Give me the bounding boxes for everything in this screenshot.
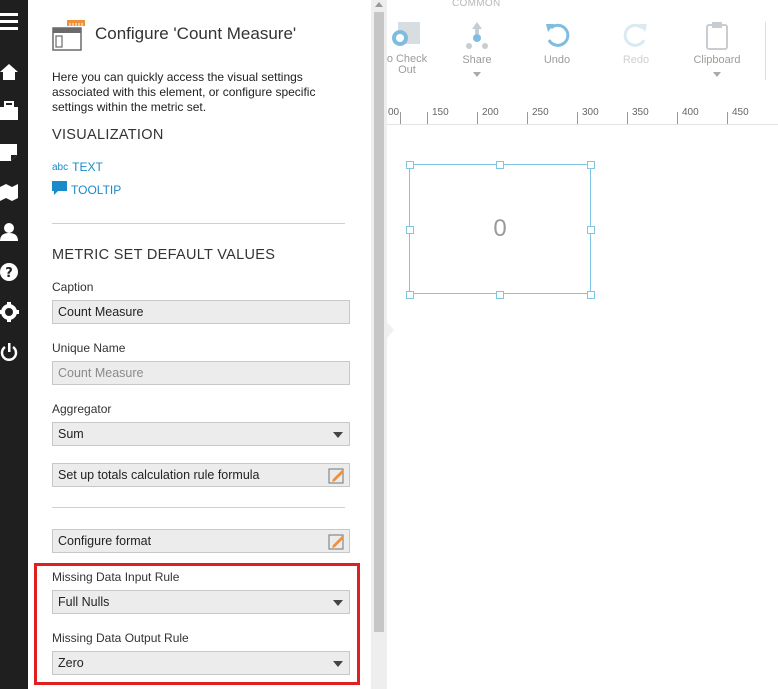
unique-name-value: Count Measure	[58, 366, 144, 380]
window-config-icon	[51, 20, 85, 52]
clipboard-label: Clipboard	[693, 54, 741, 66]
scrollbar-thumb[interactable]	[374, 12, 384, 632]
panel-scrollbar[interactable]	[371, 0, 387, 689]
redo-button[interactable]: Redo	[613, 20, 659, 66]
resize-handle[interactable]	[496, 161, 504, 169]
aggregator-value: Sum	[58, 427, 84, 441]
caption-input[interactable]: Count Measure	[52, 300, 350, 324]
tooltip-link-label: TOOLTIP	[71, 182, 122, 197]
ruler-tick	[677, 112, 678, 124]
chevron-down-icon	[713, 72, 721, 77]
defaults-heading: METRIC SET DEFAULT VALUES	[52, 247, 276, 263]
aggregator-label: Aggregator	[52, 402, 112, 416]
section-divider	[52, 507, 345, 508]
section-divider	[52, 223, 345, 224]
ruler-tick	[400, 112, 401, 124]
ruler-label: 350	[632, 107, 649, 118]
resize-handle[interactable]	[406, 161, 414, 169]
undo-button[interactable]: Undo	[534, 20, 580, 66]
briefcase-icon[interactable]	[0, 96, 28, 126]
unique-name-label: Unique Name	[52, 341, 126, 355]
clipboard-button[interactable]: Clipboard	[687, 20, 747, 77]
ruler-tick	[627, 112, 628, 124]
share-button[interactable]: Share	[454, 20, 500, 77]
chevron-down-icon	[333, 432, 343, 438]
count-measure-widget[interactable]: 0	[409, 164, 591, 294]
resize-handle[interactable]	[587, 291, 595, 299]
check-out-label-2: Out	[398, 64, 416, 76]
ruler-label: 400	[682, 107, 699, 118]
check-out-icon	[392, 22, 420, 46]
text-link-label: TEXT	[72, 160, 103, 174]
panel-collapse-handle[interactable]	[387, 322, 394, 338]
widget-value: 0	[493, 215, 507, 242]
undo-icon	[546, 23, 570, 47]
svg-text:?: ?	[5, 266, 13, 281]
totals-rule-label: Set up totals calculation rule formula	[58, 468, 260, 482]
tooltip-link[interactable]: TOOLTIP	[52, 181, 121, 198]
help-icon[interactable]: ?	[0, 257, 28, 287]
check-out-button[interactable]: o Check Out	[384, 20, 430, 76]
undo-label: Undo	[543, 54, 571, 66]
user-icon[interactable]	[0, 217, 28, 247]
map-icon[interactable]	[0, 177, 28, 207]
panel-title: Configure 'Count Measure'	[95, 24, 297, 43]
aggregator-select[interactable]: Sum	[52, 422, 350, 446]
ruler-tick	[427, 112, 428, 124]
chevron-down-icon	[473, 72, 481, 77]
ruler-label: 200	[482, 107, 499, 118]
ruler-tick	[577, 112, 578, 124]
text-link[interactable]: abc TEXT	[52, 160, 103, 174]
redo-label: Redo	[622, 54, 650, 66]
ruler-label: 300	[582, 107, 599, 118]
visualization-heading: VISUALIZATION	[52, 127, 164, 143]
resize-handle[interactable]	[496, 291, 504, 299]
resize-handle[interactable]	[587, 161, 595, 169]
share-icon	[466, 22, 488, 49]
highlight-box	[34, 563, 360, 685]
caption-value: Count Measure	[58, 305, 144, 319]
horizontal-ruler: 00 150 200 250 300 350 400 450	[387, 100, 778, 125]
panel-description: Here you can quickly access the visual s…	[52, 70, 316, 114]
share-label: Share	[462, 54, 492, 66]
configure-format-button[interactable]: Configure format	[52, 529, 350, 553]
configure-format-label: Configure format	[58, 534, 152, 548]
redo-icon	[623, 23, 647, 47]
scroll-up-arrow-icon[interactable]	[375, 2, 383, 7]
note-icon[interactable]	[0, 137, 28, 167]
caption-label: Caption	[52, 280, 94, 294]
ruler-label: 00	[388, 107, 400, 118]
home-icon[interactable]	[0, 57, 28, 87]
toolbar-group-label: COMMON	[452, 0, 501, 9]
ruler-tick	[477, 112, 478, 124]
resize-handle[interactable]	[406, 291, 414, 299]
app-nav-rail: ?	[0, 0, 28, 689]
resize-handle[interactable]	[587, 226, 595, 234]
ruler-tick	[727, 112, 728, 124]
menu-icon[interactable]	[0, 7, 28, 37]
unique-name-input: Count Measure	[52, 361, 350, 385]
resize-handle[interactable]	[406, 226, 414, 234]
speech-bubble-icon	[52, 181, 67, 198]
text-format-icon: abc	[52, 161, 69, 173]
gear-icon[interactable]	[0, 297, 28, 327]
pencil-edit-icon[interactable]	[328, 532, 346, 550]
power-icon[interactable]	[0, 337, 28, 367]
pencil-edit-icon[interactable]	[328, 466, 346, 484]
clipboard-icon	[706, 22, 728, 50]
totals-rule-button[interactable]: Set up totals calculation rule formula	[52, 463, 350, 487]
ruler-label: 250	[532, 107, 549, 118]
ruler-label: 150	[432, 107, 449, 118]
ruler-label: 450	[732, 107, 749, 118]
ruler-tick	[527, 112, 528, 124]
toolbar-separator	[765, 22, 766, 80]
